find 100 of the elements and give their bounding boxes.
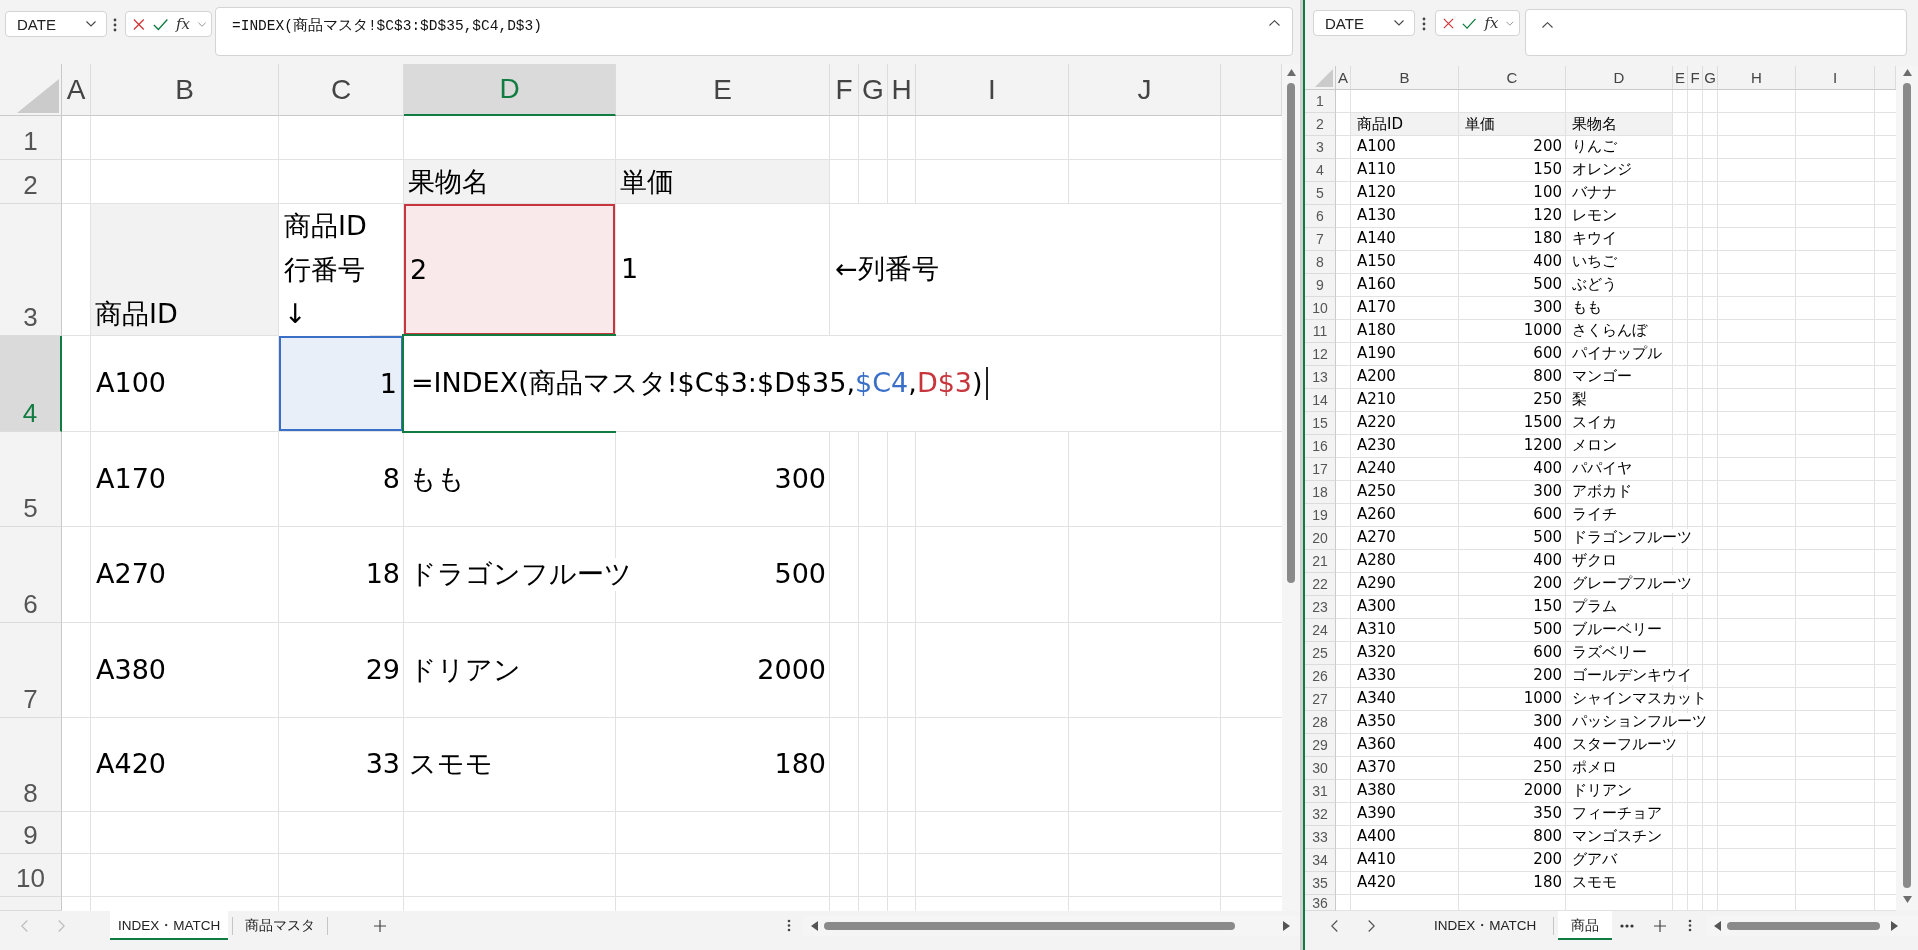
row-header[interactable]: 8 — [0, 718, 62, 812]
column-header[interactable]: F — [1688, 66, 1703, 90]
column-header[interactable]: C — [1459, 66, 1566, 90]
column-header[interactable]: D — [1566, 66, 1673, 90]
row-header[interactable]: 31 — [1305, 780, 1336, 803]
triangle-left-icon[interactable] — [1714, 920, 1722, 931]
chevron-up-icon[interactable] — [1542, 22, 1553, 28]
row-header[interactable]: 15 — [1305, 412, 1336, 435]
row-header[interactable]: 6 — [1305, 205, 1336, 228]
triangle-right-icon[interactable] — [1891, 920, 1898, 931]
row-header[interactable]: 23 — [1305, 596, 1336, 619]
row-header[interactable]: 4 — [0, 336, 62, 432]
row-header[interactable]: 27 — [1305, 688, 1336, 711]
column-header[interactable]: F — [830, 64, 859, 116]
row-header[interactable]: 19 — [1305, 504, 1336, 527]
chevron-down-icon[interactable] — [1394, 20, 1404, 26]
row-header[interactable]: 10 — [0, 854, 62, 897]
row-header[interactable]: 25 — [1305, 642, 1336, 665]
row-header[interactable]: 1 — [1305, 90, 1336, 113]
triangle-down-icon[interactable] — [1902, 896, 1912, 903]
triangle-up-icon[interactable] — [1902, 69, 1912, 76]
row-header[interactable]: 21 — [1305, 550, 1336, 573]
row-header[interactable]: 12 — [1305, 343, 1336, 366]
chevron-right-icon[interactable] — [1368, 919, 1375, 932]
sheet-tab[interactable]: 商品 — [1558, 911, 1613, 940]
row-header[interactable]: 2 — [0, 160, 62, 204]
row-header[interactable]: 11 — [1305, 320, 1336, 343]
scrollbar-thumb[interactable] — [1903, 83, 1911, 888]
row-header[interactable]: 8 — [1305, 251, 1336, 274]
sheet-tab[interactable]: 商品マスタ — [237, 911, 324, 940]
chevron-left-icon[interactable] — [1331, 919, 1338, 932]
scrollbar-thumb[interactable] — [1727, 921, 1881, 930]
scrollbar-thumb[interactable] — [824, 921, 1235, 930]
chevron-down-icon[interactable] — [86, 21, 96, 27]
row-header[interactable]: 5 — [1305, 182, 1336, 205]
row-header[interactable]: 3 — [1305, 136, 1336, 159]
row-header[interactable]: 28 — [1305, 711, 1336, 734]
row-header[interactable]: 30 — [1305, 757, 1336, 780]
row-header[interactable]: 34 — [1305, 849, 1336, 872]
column-header[interactable]: H — [888, 64, 916, 116]
row-header[interactable]: 9 — [0, 812, 62, 854]
column-header[interactable]: H — [1718, 66, 1796, 90]
column-header[interactable]: A — [1336, 66, 1351, 90]
scrollbar-thumb[interactable] — [1287, 83, 1295, 583]
cross-icon[interactable] — [1443, 16, 1454, 30]
more-options-icon[interactable] — [1688, 919, 1693, 932]
column-header[interactable]: J — [1069, 64, 1221, 116]
checkmark-icon[interactable] — [152, 17, 168, 31]
more-options-icon[interactable] — [787, 919, 791, 932]
cross-icon[interactable] — [133, 17, 145, 31]
row-header[interactable]: 9 — [1305, 274, 1336, 297]
formula-input[interactable] — [1525, 9, 1907, 56]
column-header[interactable]: G — [1703, 66, 1718, 90]
row-header[interactable]: 29 — [1305, 734, 1336, 757]
row-header[interactable]: 22 — [1305, 573, 1336, 596]
insert-function-button[interactable]: fx — [175, 16, 190, 32]
triangle-left-icon[interactable] — [811, 920, 818, 931]
column-header[interactable]: E — [1673, 66, 1688, 90]
chevron-up-icon[interactable] — [1269, 20, 1280, 26]
sheet-tab[interactable]: INDEX・MATCH — [1421, 911, 1550, 940]
checkmark-icon[interactable] — [1462, 16, 1477, 30]
row-header[interactable]: 35 — [1305, 872, 1336, 895]
column-header[interactable]: A — [62, 64, 91, 116]
column-header[interactable]: I — [916, 64, 1069, 116]
horizontal-dots-icon[interactable] — [1620, 923, 1635, 928]
insert-function-button[interactable]: fx — [1484, 15, 1499, 31]
triangle-right-icon[interactable] — [1283, 920, 1290, 931]
row-header[interactable]: 24 — [1305, 619, 1336, 642]
row-header[interactable]: 36 — [1305, 895, 1336, 911]
row-header[interactable]: 18 — [1305, 481, 1336, 504]
row-header[interactable]: 6 — [0, 527, 62, 623]
row-header[interactable]: 14 — [1305, 389, 1336, 412]
row-header[interactable]: 32 — [1305, 803, 1336, 826]
column-header[interactable]: B — [91, 64, 279, 116]
row-header[interactable]: 33 — [1305, 826, 1336, 849]
row-header[interactable]: 1 — [0, 116, 62, 160]
plus-icon[interactable] — [374, 919, 387, 932]
name-box[interactable]: DATE — [5, 11, 107, 37]
row-header[interactable]: 10 — [1305, 297, 1336, 320]
row-header[interactable]: 4 — [1305, 159, 1336, 182]
row-header[interactable]: 3 — [0, 204, 62, 336]
formula-input[interactable]: =INDEX(商品マスタ!$C$3:$D$35,$C4,D$3) — [215, 7, 1293, 56]
row-header[interactable]: 26 — [1305, 665, 1336, 688]
column-header[interactable]: G — [859, 64, 888, 116]
more-options-icon[interactable] — [1422, 17, 1426, 31]
triangle-up-icon[interactable] — [1286, 69, 1296, 76]
row-header[interactable]: 13 — [1305, 366, 1336, 389]
column-header[interactable]: E — [616, 64, 830, 116]
row-header[interactable]: 17 — [1305, 458, 1336, 481]
column-header[interactable]: C — [279, 64, 404, 116]
more-options-icon[interactable] — [113, 18, 117, 32]
column-header[interactable]: B — [1351, 66, 1459, 90]
row-header[interactable]: 7 — [1305, 228, 1336, 251]
row-header[interactable]: 16 — [1305, 435, 1336, 458]
row-header[interactable]: 2 — [1305, 113, 1336, 136]
plus-icon[interactable] — [1654, 919, 1667, 932]
row-header[interactable]: 5 — [0, 432, 62, 527]
column-header[interactable]: I — [1796, 66, 1875, 90]
name-box[interactable]: DATE — [1313, 10, 1415, 36]
row-header[interactable]: 7 — [0, 623, 62, 718]
